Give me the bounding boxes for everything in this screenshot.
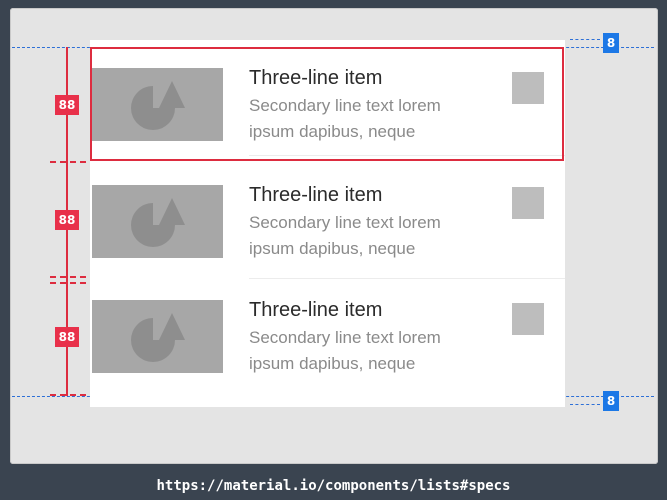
list-item[interactable]: Three-line item Secondary line text lore… — [90, 278, 565, 393]
item-tertiary-line: ipsum dapibus, neque — [249, 354, 416, 373]
item-height-badge: 88 — [55, 95, 79, 115]
item-tertiary-line: ipsum dapibus, neque — [249, 122, 416, 141]
item-secondary-line: Secondary line text lorem — [249, 96, 441, 115]
item-tertiary-line: ipsum dapibus, neque — [249, 239, 416, 258]
item-divider — [249, 278, 565, 279]
item-title: Three-line item — [249, 184, 383, 206]
item-divider — [249, 155, 565, 156]
measure-tick — [50, 161, 86, 163]
thumbnail-placeholder-icon — [92, 68, 223, 141]
thumbnail-placeholder-icon — [92, 300, 223, 373]
source-url[interactable]: https://material.io/components/lists#spe… — [156, 478, 510, 494]
measure-tick — [50, 276, 86, 278]
measure-tick — [50, 394, 86, 396]
item-secondary-line: Secondary line text lorem — [249, 328, 441, 347]
item-title: Three-line item — [249, 299, 383, 321]
source-caption: https://material.io/components/lists#spe… — [0, 472, 667, 500]
item-secondary-line: Secondary line text lorem — [249, 213, 441, 232]
thumbnail-placeholder-icon — [92, 185, 223, 258]
list-item[interactable]: Three-line item Secondary line text lore… — [90, 155, 565, 278]
bottom-padding-badge: 8 — [603, 391, 619, 411]
item-title: Three-line item — [249, 67, 383, 89]
padding-tick — [570, 404, 600, 405]
item-height-badge: 88 — [55, 327, 79, 347]
measure-tick — [50, 282, 86, 284]
padding-tick — [570, 39, 600, 40]
item-height-badge: 88 — [55, 210, 79, 230]
item-checkbox[interactable] — [512, 187, 544, 219]
item-checkbox[interactable] — [512, 303, 544, 335]
list-item[interactable]: Three-line item Secondary line text lore… — [90, 40, 565, 155]
item-checkbox[interactable] — [512, 72, 544, 104]
list-card: Three-line item Secondary line text lore… — [90, 40, 565, 407]
top-padding-badge: 8 — [603, 33, 619, 53]
